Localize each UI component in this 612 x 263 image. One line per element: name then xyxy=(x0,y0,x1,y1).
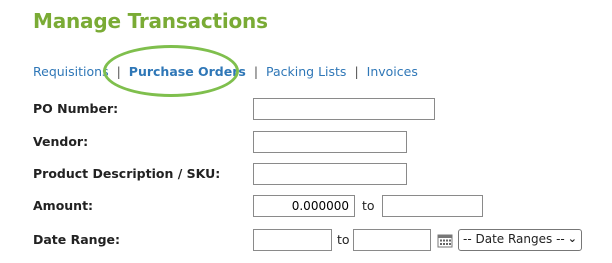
nav-separator: | xyxy=(116,64,121,79)
vendor-label: Vendor: xyxy=(33,134,89,149)
date-range-label: Date Range: xyxy=(33,232,120,247)
date-to-label: to xyxy=(337,232,350,247)
product-row: Product Description / SKU: xyxy=(33,163,593,187)
nav-separator: | xyxy=(354,64,359,79)
amount-from-input[interactable] xyxy=(253,195,355,217)
transaction-type-nav: Requisitions | Purchase Orders | Packing… xyxy=(33,64,418,79)
po-number-label: PO Number: xyxy=(33,101,119,116)
calendar-icon[interactable] xyxy=(437,232,453,248)
date-ranges-select[interactable]: -- Date Ranges -- ⌄ xyxy=(458,229,582,251)
vendor-row: Vendor: xyxy=(33,131,593,155)
date-from-input[interactable] xyxy=(253,229,332,251)
nav-link-packing-lists[interactable]: Packing Lists xyxy=(266,64,346,79)
product-input[interactable] xyxy=(253,163,407,185)
nav-link-invoices[interactable]: Invoices xyxy=(367,64,418,79)
nav-link-requisitions[interactable]: Requisitions xyxy=(33,64,109,79)
amount-to-label: to xyxy=(362,198,375,213)
page-title: Manage Transactions xyxy=(33,9,268,33)
amount-row: Amount: to xyxy=(33,195,593,219)
nav-link-purchase-orders[interactable]: Purchase Orders xyxy=(129,64,246,79)
po-number-input[interactable] xyxy=(253,98,435,120)
date-to-input[interactable] xyxy=(353,229,431,251)
product-label: Product Description / SKU: xyxy=(33,166,221,181)
date-range-row: Date Range: to -- Date Ranges -- ⌄ xyxy=(33,229,593,253)
chevron-down-icon: ⌄ xyxy=(567,232,577,245)
date-ranges-selected-value: -- Date Ranges -- xyxy=(463,232,565,246)
vendor-input[interactable] xyxy=(253,131,407,153)
amount-to-input[interactable] xyxy=(382,195,483,217)
amount-label: Amount: xyxy=(33,198,94,213)
po-number-row: PO Number: xyxy=(33,98,593,122)
nav-separator: | xyxy=(253,64,259,79)
